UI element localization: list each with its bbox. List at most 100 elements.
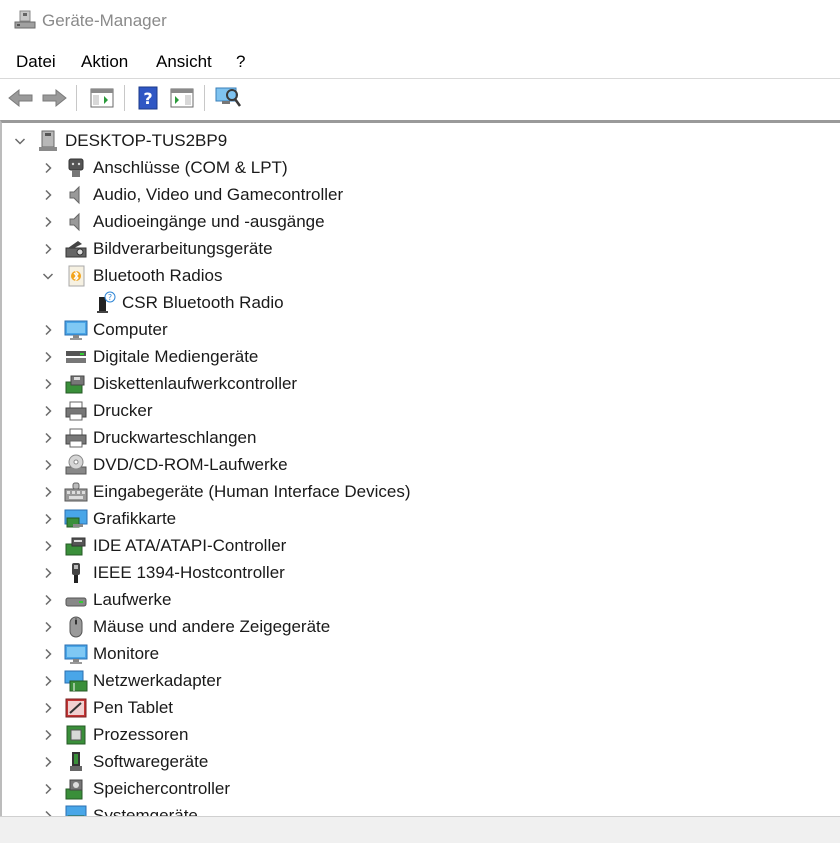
tree-category-node[interactable]: Audioeingänge und -ausgänge [40,208,325,235]
speaker-icon [64,183,88,207]
menu-ansicht[interactable]: Ansicht [156,52,212,72]
ide-controller-icon [64,534,88,558]
tree-item-label: Bluetooth Radios [93,265,223,285]
toolbar-separator [76,85,77,111]
expand-chevron-icon[interactable] [40,727,56,743]
menu-bar: Datei Aktion Ansicht ? [0,44,840,78]
tree-item-label: CSR Bluetooth Radio [122,292,284,312]
expand-chevron-icon[interactable] [40,781,56,797]
expand-chevron-icon[interactable] [40,430,56,446]
expand-chevron-icon[interactable] [40,754,56,770]
expand-chevron-icon[interactable] [40,511,56,527]
tree-category-node[interactable]: Bluetooth Radios [40,262,222,289]
tree-category-node[interactable]: DVD/CD-ROM-Laufwerke [40,451,288,478]
tree-category-node[interactable]: Grafikkarte [40,505,176,532]
tree-category-node[interactable]: Mäuse und andere Zeigegeräte [40,613,330,640]
tree-category-node[interactable]: Audio, Video und Gamecontroller [40,181,343,208]
expand-chevron-icon[interactable] [40,187,56,203]
tree-item-label: Softwaregeräte [93,751,209,771]
expand-chevron-icon[interactable] [40,646,56,662]
keyboard-icon [64,480,88,504]
expand-chevron-icon[interactable] [40,241,56,257]
tree-item-label: Monitore [93,643,160,663]
tree-item-label: DVD/CD-ROM-Laufwerke [93,454,288,474]
tree-root-node[interactable]: DESKTOP-TUS2BP9 [12,127,227,154]
port-icon [64,156,88,180]
tree-category-node[interactable]: Anschlüsse (COM & LPT) [40,154,288,181]
tree-item-label: IEEE 1394-Hostcontroller [93,562,285,582]
svg-text:?: ? [143,89,152,108]
tree-category-node[interactable]: Computer [40,316,168,343]
expand-chevron-icon[interactable] [40,484,56,500]
help-icon[interactable]: ? [134,84,162,112]
tree-category-node[interactable]: Netzwerkadapter [40,667,222,694]
tree-device-node[interactable]: ? CSR Bluetooth Radio [93,289,284,316]
menu-aktion[interactable]: Aktion [81,52,128,72]
speaker-icon [64,210,88,234]
forward-arrow-icon[interactable] [40,84,68,112]
expand-chevron-icon[interactable] [40,700,56,716]
device-tree: DESKTOP-TUS2BP9 Anschlüsse (COM & LPT) Aud… [0,120,840,819]
menu-help[interactable]: ? [236,52,245,72]
tree-category-node[interactable]: Diskettenlaufwerkcontroller [40,370,297,397]
media-device-icon [64,345,88,369]
menu-datei[interactable]: Datei [16,52,56,72]
tree-category-node[interactable]: Digitale Mediengeräte [40,343,258,370]
tree-category-node[interactable]: Pen Tablet [40,694,173,721]
expand-chevron-icon[interactable] [40,592,56,608]
tree-item-label: Grafikkarte [93,508,177,528]
firewire-icon [64,561,88,585]
expand-chevron-icon[interactable] [40,322,56,338]
disc-drive-icon [64,453,88,477]
window-title: Geräte-Manager [42,11,167,30]
tree-category-node[interactable]: Softwaregeräte [40,748,208,775]
expand-chevron-icon[interactable] [40,565,56,581]
back-arrow-icon[interactable] [7,84,35,112]
collapse-chevron-icon[interactable] [12,133,28,149]
tree-category-node[interactable]: Eingabegeräte (Human Interface Devices) [40,478,411,505]
expand-chevron-icon[interactable] [40,214,56,230]
pen-tablet-icon [64,696,88,720]
mouse-icon [64,615,88,639]
toolbar-separator [204,85,205,111]
tree-category-node[interactable]: Prozessoren [40,721,188,748]
display-adapter-icon [64,507,88,531]
tree-item-label: Audioeingänge und -ausgänge [93,211,325,231]
tree-category-node[interactable]: Druckwarteschlangen [40,424,256,451]
tree-item-label: Speichercontroller [93,778,231,798]
printer-icon [64,426,88,450]
show-hide-console-tree-icon[interactable] [88,84,116,112]
tree-category-node[interactable]: Bildverarbeitungsgeräte [40,235,273,262]
tree-category-node[interactable]: Speichercontroller [40,775,230,802]
expand-chevron-icon[interactable] [40,160,56,176]
tree-item-label: Computer [93,319,168,339]
tree-item-label: Bildverarbeitungsgeräte [93,238,273,258]
expand-chevron-icon[interactable] [40,457,56,473]
svg-text:?: ? [108,293,112,302]
tree-item-label: Anschlüsse (COM & LPT) [93,157,288,177]
tree-category-node[interactable]: Drucker [40,397,153,424]
expand-chevron-icon[interactable] [40,403,56,419]
properties-icon[interactable] [168,84,196,112]
tree-category-node[interactable]: Monitore [40,640,159,667]
tree-category-node[interactable]: IDE ATA/ATAPI-Controller [40,532,286,559]
floppy-controller-icon [64,372,88,396]
expand-chevron-icon[interactable] [40,538,56,554]
expand-chevron-icon[interactable] [40,376,56,392]
expand-chevron-icon[interactable] [40,619,56,635]
expand-chevron-icon[interactable] [40,349,56,365]
monitor-icon [64,318,88,342]
status-bar [0,816,840,843]
tree-item-label: Mäuse und andere Zeigegeräte [93,616,331,636]
scan-hardware-icon[interactable] [214,84,242,112]
collapse-chevron-icon[interactable] [40,268,56,284]
monitor-icon [64,642,88,666]
software-device-icon [64,750,88,774]
tree-item-label: Digitale Mediengeräte [93,346,259,366]
tree-category-node[interactable]: IEEE 1394-Hostcontroller [40,559,285,586]
computer-tower-icon [36,129,60,153]
bluetooth-device-unknown-icon: ? [93,291,117,315]
processor-icon [64,723,88,747]
expand-chevron-icon[interactable] [40,673,56,689]
tree-category-node[interactable]: Laufwerke [40,586,171,613]
